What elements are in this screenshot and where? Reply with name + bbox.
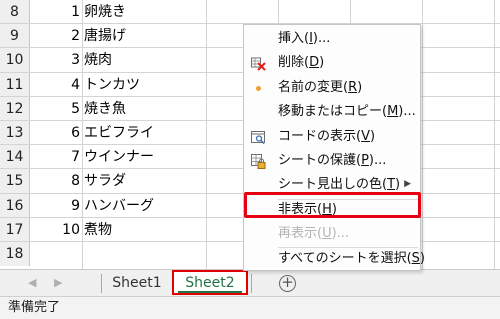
menu-item-label: すべてのシートを選択(S)	[278, 250, 425, 266]
menu-item-label: コードの表示(V)	[278, 128, 376, 144]
row-header[interactable]: 8	[0, 0, 30, 24]
sheet-context-menu: 挿入(I)... 削除(D) 名前の変更(R) 移動またはコピー(M)... コ…	[243, 24, 425, 271]
row-header[interactable]: 11	[0, 72, 30, 96]
tab-divider	[101, 274, 102, 293]
row-header[interactable]: 14	[0, 145, 30, 169]
menu-item-delete[interactable]: 削除(D)	[244, 51, 420, 75]
cell-number[interactable]: 4	[30, 73, 82, 96]
cell-number[interactable]: 1	[30, 0, 82, 23]
cell-dish-name[interactable]: 唐揚げ	[84, 24, 126, 47]
cell-dish-name[interactable]: 焼肉	[84, 48, 112, 71]
cell-number[interactable]: 3	[30, 48, 82, 71]
menu-item-move-copy[interactable]: 移動またはコピー(M)...	[244, 100, 420, 124]
menu-item-label: 非表示(H)	[278, 201, 337, 217]
menu-item-label: 削除(D)	[278, 55, 325, 71]
status-bar: 準備完了	[0, 296, 500, 319]
delete-sheet-icon	[251, 56, 266, 72]
cell-dish-name[interactable]: ウインナー	[84, 145, 154, 168]
cell-number[interactable]: 10	[30, 218, 82, 241]
cell-number[interactable]: 6	[30, 121, 82, 144]
tab-sheet1[interactable]: Sheet1	[104, 270, 170, 297]
protect-sheet-icon	[251, 154, 266, 169]
menu-item-view-code[interactable]: コードの表示(V)	[244, 125, 420, 149]
cell-dish-name[interactable]: サラダ	[84, 169, 126, 192]
menu-item-label: 移動またはコピー(M)...	[278, 104, 416, 120]
row-header[interactable]: 16	[0, 193, 30, 217]
menu-item-select-all-sheets[interactable]: すべてのシートを選択(S)	[244, 247, 425, 271]
cell-number[interactable]: 8	[30, 169, 82, 192]
menu-item-hide[interactable]: 非表示(H)	[244, 198, 420, 222]
row-header[interactable]: 9	[0, 24, 30, 48]
menu-item-rename[interactable]: 名前の変更(R)	[244, 76, 420, 100]
cell-dish-name[interactable]: 煮物	[84, 218, 112, 241]
menu-item-tab-color[interactable]: シート見出しの色(T) ▶	[244, 173, 420, 197]
cell-dish-name[interactable]: 焼き魚	[84, 97, 126, 120]
menu-item-unhide: 再表示(U)...	[244, 222, 420, 246]
menu-item-label: 名前の変更(R)	[278, 79, 363, 95]
row-header[interactable]: 10	[0, 48, 30, 72]
cell-dish-name[interactable]: エビフライ	[84, 121, 154, 144]
add-sheet-icon[interactable]: +	[279, 275, 296, 292]
row-header[interactable]: 18	[0, 242, 30, 267]
menu-item-label: 挿入(I)...	[278, 31, 331, 46]
cell-dish-name[interactable]: トンカツ	[84, 73, 140, 96]
submenu-arrow-icon: ▶	[404, 179, 411, 190]
bullet-dot-icon	[251, 81, 266, 96]
row-header[interactable]: 12	[0, 96, 30, 120]
cell-number[interactable]: 9	[30, 194, 82, 217]
cell-dish-name[interactable]: 卵焼き	[84, 0, 126, 23]
cell-number[interactable]	[30, 242, 82, 266]
sheet-tab-bar: ◀ ▶ Sheet1 Sheet2 +	[0, 269, 500, 296]
row-header[interactable]: 17	[0, 217, 30, 241]
cell-number[interactable]: 2	[30, 24, 82, 47]
cell-number[interactable]: 7	[30, 145, 82, 168]
menu-item-label: シート見出しの色(T)	[278, 177, 401, 193]
cell-number[interactable]: 5	[30, 97, 82, 120]
menu-item-protect-sheet[interactable]: シートの保護(P)...	[244, 149, 420, 173]
status-text: 準備完了	[8, 300, 61, 315]
menu-item-label: シートの保護(P)...	[278, 153, 387, 168]
menu-item-label: 再表示(U)...	[278, 226, 350, 242]
cell-dish-name[interactable]: ハンバーグ	[84, 194, 154, 217]
table-row[interactable]: 8 1 卵焼き	[0, 0, 500, 25]
row-header[interactable]: 15	[0, 169, 30, 193]
scroll-tabs-right-icon[interactable]: ▶	[54, 276, 62, 289]
scroll-tabs-left-icon[interactable]: ◀	[28, 276, 36, 289]
tab-divider	[251, 274, 252, 293]
active-tab-underline	[178, 291, 242, 293]
row-header[interactable]: 13	[0, 121, 30, 145]
menu-item-insert[interactable]: 挿入(I)...	[244, 27, 420, 51]
view-code-icon	[251, 130, 266, 145]
